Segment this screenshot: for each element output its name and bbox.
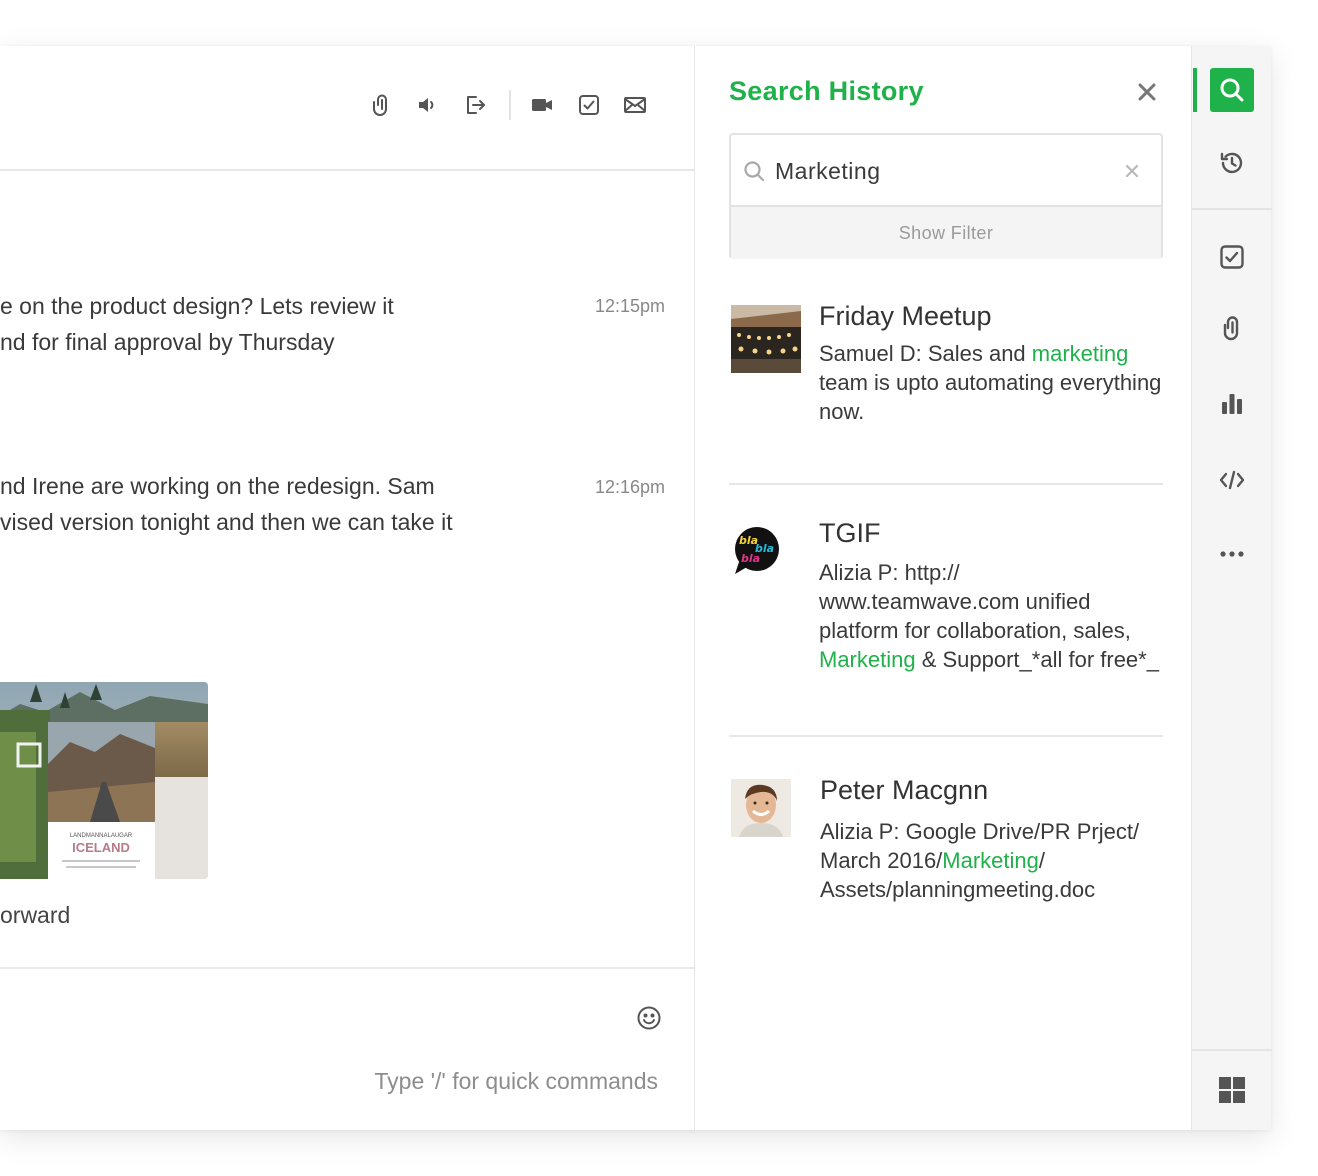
message-text-line: nd Irene are working on the redesign. Sa… (0, 473, 435, 499)
code-icon[interactable] (1216, 464, 1248, 496)
avatar (731, 779, 791, 837)
rail-divider (1192, 208, 1272, 210)
result-thumbnail (731, 305, 801, 373)
right-sidebar-rail (1191, 46, 1272, 1130)
message-text-line: nd for final approval by Thursday (0, 329, 335, 355)
result-snippet: Samuel D: Sales and marketing team is up… (819, 339, 1164, 426)
search-result-item[interactable]: Friday Meetup Samuel D: Sales and market… (729, 301, 1164, 465)
search-icon (744, 161, 765, 182)
message-timestamp: 12:15pm (595, 296, 666, 316)
result-divider (729, 483, 1163, 485)
toolbar-divider (509, 90, 511, 120)
snippet-highlight: marketing (1031, 341, 1129, 366)
attachment-small-text: LANDMANNALAUGAR (70, 833, 133, 839)
apps-grid-icon[interactable] (1216, 1074, 1248, 1106)
active-indicator (1193, 68, 1197, 112)
snippet-highlight: Marketing (819, 647, 916, 672)
paperclip-icon[interactable] (369, 92, 395, 118)
emoji-icon[interactable] (636, 1005, 662, 1031)
attachment-title: ICELAND (72, 840, 130, 855)
video-icon[interactable] (529, 92, 555, 118)
message-text-line: e on the product design? Lets review it (0, 293, 394, 319)
chat-panel: e on the product design? Lets review it … (0, 46, 695, 1130)
search-result-item[interactable]: bla bla bla TGIF Alizia P: http:// www.t… (729, 518, 1164, 726)
snippet-highlight: Marketing (942, 848, 1039, 873)
chat-message: nd Irene are working on the redesign. Sa… (0, 468, 453, 540)
close-icon[interactable] (1135, 80, 1159, 104)
snippet-text: team is upto automating everything now. (819, 370, 1162, 424)
chat-toolbar (0, 46, 694, 171)
snippet-text: Alizia P: http:// www.teamwave.com unifi… (819, 560, 1131, 643)
mail-icon[interactable] (622, 92, 648, 118)
result-snippet: Alizia P: Google Drive/PR Prject/ March … (820, 817, 1165, 904)
attachments-icon[interactable] (1216, 312, 1248, 344)
more-icon[interactable] (1216, 538, 1248, 570)
snippet-text: & Support_*all for free*_ (915, 647, 1159, 672)
show-filter-button[interactable]: Show Filter (731, 207, 1161, 259)
analytics-icon[interactable] (1216, 388, 1248, 420)
forward-link-text[interactable]: orward (0, 902, 70, 929)
share-exit-icon[interactable] (462, 92, 488, 118)
rail-divider (1192, 1049, 1272, 1051)
message-text-line: vised version tonight and then we can ta… (0, 509, 453, 535)
search-input[interactable] (775, 151, 1115, 191)
attachment-collage-image: LANDMANNALAUGAR ICELAND (0, 682, 208, 879)
search-box: Show Filter (729, 133, 1163, 259)
clear-search-icon[interactable] (1124, 163, 1140, 179)
app-window: e on the product design? Lets review it … (0, 46, 1272, 1130)
search-history-panel: Search History Show Filter (696, 46, 1191, 1130)
result-divider (729, 735, 1163, 737)
history-icon[interactable] (1216, 147, 1248, 179)
result-snippet: Alizia P: http:// www.teamwave.com unifi… (819, 558, 1164, 674)
result-title: Friday Meetup (819, 301, 992, 331)
speaker-icon[interactable] (415, 92, 441, 118)
task-check-icon[interactable] (576, 92, 602, 118)
message-composer (0, 967, 694, 1130)
snippet-text: Samuel D: Sales and (819, 341, 1032, 366)
avatar-text: bla (741, 552, 760, 565)
result-thumbnail: bla bla bla (731, 524, 801, 592)
image-attachment[interactable]: LANDMANNALAUGAR ICELAND (0, 682, 208, 879)
message-input[interactable] (0, 1061, 660, 1101)
result-title: TGIF (819, 518, 881, 548)
result-title: Peter Macgnn (820, 775, 989, 805)
message-timestamp: 12:16pm (595, 477, 666, 497)
rail-item-search[interactable] (1210, 68, 1254, 112)
chat-message: e on the product design? Lets review it … (0, 288, 394, 360)
search-icon (1220, 78, 1244, 102)
panel-title: Search History (729, 76, 924, 106)
search-result-item[interactable]: Peter Macgnn Alizia P: Google Drive/PR P… (729, 775, 1165, 909)
search-field-row (731, 135, 1161, 207)
tasks-icon[interactable] (1216, 241, 1248, 273)
